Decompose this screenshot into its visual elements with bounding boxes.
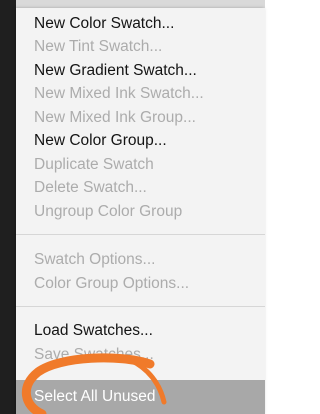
menu-item-delete-swatch: Delete Swatch... (34, 179, 147, 196)
menu-item-duplicate-swatch: Duplicate Swatch (34, 156, 154, 173)
menu-item-new-color-group[interactable]: New Color Group... (16, 129, 265, 152)
menu-item-select-all-unused[interactable]: Select All Unused (16, 380, 265, 414)
swatches-panel-menu: New Color Swatch... New Tint Swatch... N… (16, 8, 265, 414)
menu-separator (16, 234, 265, 235)
background-panel-top (16, 0, 265, 8)
menu-item-new-mixed-ink-swatch: New Mixed Ink Swatch... (34, 85, 204, 102)
menu-item-new-mixed-ink-group: New Mixed Ink Group... (34, 109, 196, 126)
menu-item-swatch-options: Swatch Options... (34, 251, 156, 268)
background-panel (0, 0, 16, 414)
menu-separator (16, 306, 265, 307)
menu-item-new-tint-swatch: New Tint Swatch... (34, 38, 163, 55)
menu-item-ungroup-color-group: Ungroup Color Group (34, 203, 183, 220)
menu-item-new-gradient-swatch[interactable]: New Gradient Swatch... (16, 59, 265, 82)
menu-item-new-color-swatch[interactable]: New Color Swatch... (16, 12, 265, 35)
menu-item-color-group-options: Color Group Options... (34, 275, 190, 292)
menu-item-save-swatches: Save Swatches... (34, 346, 154, 363)
menu-item-load-swatches[interactable]: Load Swatches... (16, 319, 265, 342)
